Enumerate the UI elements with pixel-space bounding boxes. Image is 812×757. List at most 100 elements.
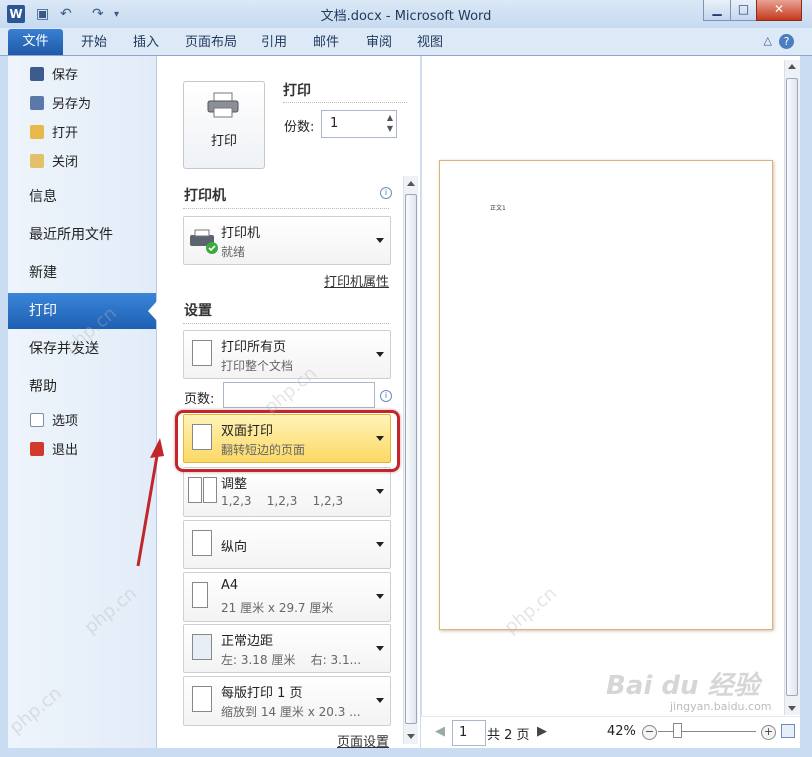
copies-spinner[interactable]: 1 ▲ ▼ (321, 110, 397, 138)
preview-page-text: 正文1 (490, 205, 506, 212)
chevron-down-icon (376, 237, 384, 243)
tab-view[interactable]: 视图 (417, 32, 443, 54)
exit-icon (30, 442, 44, 456)
orientation-dropdown[interactable]: 纵向 (183, 520, 391, 569)
nav-close[interactable]: 关闭 (30, 152, 78, 174)
printer-heading: 打印机 (184, 188, 226, 204)
scroll-up-icon[interactable] (407, 181, 415, 186)
divider (183, 208, 389, 209)
tab-references[interactable]: 引用 (261, 32, 287, 54)
divider (183, 323, 389, 324)
word-window: W ▣ ↶ ↷ ▾ 文档.docx - Microsoft Word ▁ □ ✕… (0, 0, 812, 757)
print-preview-pane: 正文1 (421, 56, 800, 716)
spin-up-icon[interactable]: ▲ (387, 113, 393, 122)
print-range-title: 打印所有页 (221, 340, 287, 355)
minimize-button[interactable]: ▁ (703, 0, 731, 21)
pages-info-icon[interactable]: i (380, 390, 392, 402)
margins-dropdown[interactable]: 正常边距 左: 3.18 厘米 右: 3.1... (183, 624, 391, 673)
baidu-jingyan-logo: Bai du 经验 (606, 671, 760, 701)
pages-per-sheet-dropdown[interactable]: 每版打印 1 页 缩放到 14 厘米 x 20.3 ... (183, 676, 391, 726)
settings-heading: 设置 (184, 303, 212, 319)
pages-per-sheet-title: 每版打印 1 页 (221, 686, 303, 701)
tab-insert[interactable]: 插入 (133, 32, 159, 54)
chevron-down-icon (376, 541, 384, 547)
nav-save-label: 保存 (52, 68, 79, 83)
zoom-level[interactable]: 42% (607, 724, 636, 739)
collate-title: 调整 (221, 477, 248, 492)
nav-help[interactable]: 帮助 (8, 369, 156, 405)
printer-info-icon[interactable]: i (380, 187, 392, 199)
margins-icon (192, 634, 212, 660)
current-page-input[interactable]: 1 (452, 720, 486, 746)
printer-status: 就绪 (221, 245, 246, 259)
nav-options[interactable]: 选项 (30, 411, 78, 433)
preview-status-bar: ◀ 1 共 2 页 ▶ 42% − + (421, 716, 800, 749)
scroll-thumb[interactable] (786, 78, 798, 696)
preview-scrollbar[interactable] (784, 60, 800, 715)
nav-new[interactable]: 新建 (8, 255, 156, 291)
window-title: 文档.docx - Microsoft Word (320, 9, 492, 24)
spin-down-icon[interactable]: ▼ (387, 124, 393, 133)
nav-info[interactable]: 信息 (8, 179, 156, 215)
tab-file[interactable]: 文件 (8, 29, 63, 55)
tab-home[interactable]: 开始 (81, 32, 107, 54)
scroll-down-icon[interactable] (407, 734, 415, 739)
paper-size-subtitle: 21 厘米 x 29.7 厘米 (221, 601, 334, 615)
print-heading: 打印 (283, 83, 311, 99)
paper-size-dropdown[interactable]: A4 21 厘米 x 29.7 厘米 (183, 572, 391, 622)
tab-review[interactable]: 审阅 (366, 32, 392, 54)
annotation-arrow-icon (136, 438, 164, 567)
nav-open[interactable]: 打开 (30, 123, 78, 145)
nav-save-as-label: 另存为 (52, 97, 92, 112)
nav-save-as[interactable]: 另存为 (30, 94, 91, 116)
nav-save[interactable]: 保存 (30, 65, 78, 87)
tab-mailings[interactable]: 邮件 (313, 32, 339, 54)
scroll-down-icon[interactable] (788, 706, 796, 711)
annotation-highlight-box (175, 410, 400, 472)
nav-options-label: 选项 (52, 414, 79, 429)
maximize-button[interactable]: □ (730, 0, 757, 21)
close-folder-icon (30, 154, 44, 168)
pages-label: 页数: (184, 392, 215, 407)
zoom-in-icon[interactable]: + (761, 725, 776, 740)
printer-properties-link[interactable]: 打印机属性 (324, 271, 389, 290)
collate-dropdown[interactable]: 调整 1,2,3 1,2,3 1,2,3 (183, 467, 391, 517)
printer-ready-icon (190, 229, 218, 254)
settings-scrollbar[interactable] (403, 176, 418, 744)
nav-close-label: 关闭 (52, 155, 79, 170)
printer-dropdown[interactable]: 打印机 就绪 (183, 216, 391, 265)
save-icon (30, 67, 44, 81)
prev-page-icon[interactable]: ◀ (435, 724, 445, 739)
portrait-icon (192, 530, 212, 556)
zoom-to-page-icon[interactable] (781, 724, 795, 738)
next-page-icon[interactable]: ▶ (537, 724, 547, 739)
nav-exit[interactable]: 退出 (30, 440, 78, 462)
nav-open-label: 打开 (52, 126, 79, 141)
current-page-value: 1 (459, 725, 468, 740)
scroll-thumb[interactable] (405, 194, 417, 724)
chevron-down-icon (376, 698, 384, 703)
divider (283, 102, 407, 103)
preview-page: 正文1 (439, 160, 773, 630)
print-button[interactable]: 打印 (183, 81, 265, 169)
paper-size-title: A4 (221, 578, 239, 593)
options-icon (30, 413, 44, 427)
window-bottom-border (0, 748, 812, 757)
collapse-ribbon-icon[interactable]: △ (764, 34, 772, 47)
tab-page-layout[interactable]: 页面布局 (185, 32, 237, 54)
print-range-dropdown[interactable]: 打印所有页 打印整个文档 (183, 330, 391, 379)
nav-exit-label: 退出 (52, 443, 79, 458)
print-range-subtitle: 打印整个文档 (221, 359, 294, 373)
help-icon[interactable]: ? (779, 34, 794, 49)
pages-per-sheet-subtitle: 缩放到 14 厘米 x 20.3 ... (221, 705, 361, 719)
zoom-out-icon[interactable]: − (642, 725, 657, 740)
margins-title: 正常边距 (221, 634, 274, 649)
scroll-up-icon[interactable] (788, 64, 796, 69)
baidu-jingyan-url: jingyan.baidu.com (670, 700, 772, 713)
pages-icon (192, 340, 212, 366)
nav-recent[interactable]: 最近所用文件 (8, 217, 156, 253)
zoom-slider-thumb[interactable] (673, 723, 682, 738)
close-button[interactable]: ✕ (756, 0, 802, 21)
chevron-down-icon (376, 489, 384, 494)
title-bar: W ▣ ↶ ↷ ▾ 文档.docx - Microsoft Word ▁ □ ✕ (0, 0, 812, 28)
